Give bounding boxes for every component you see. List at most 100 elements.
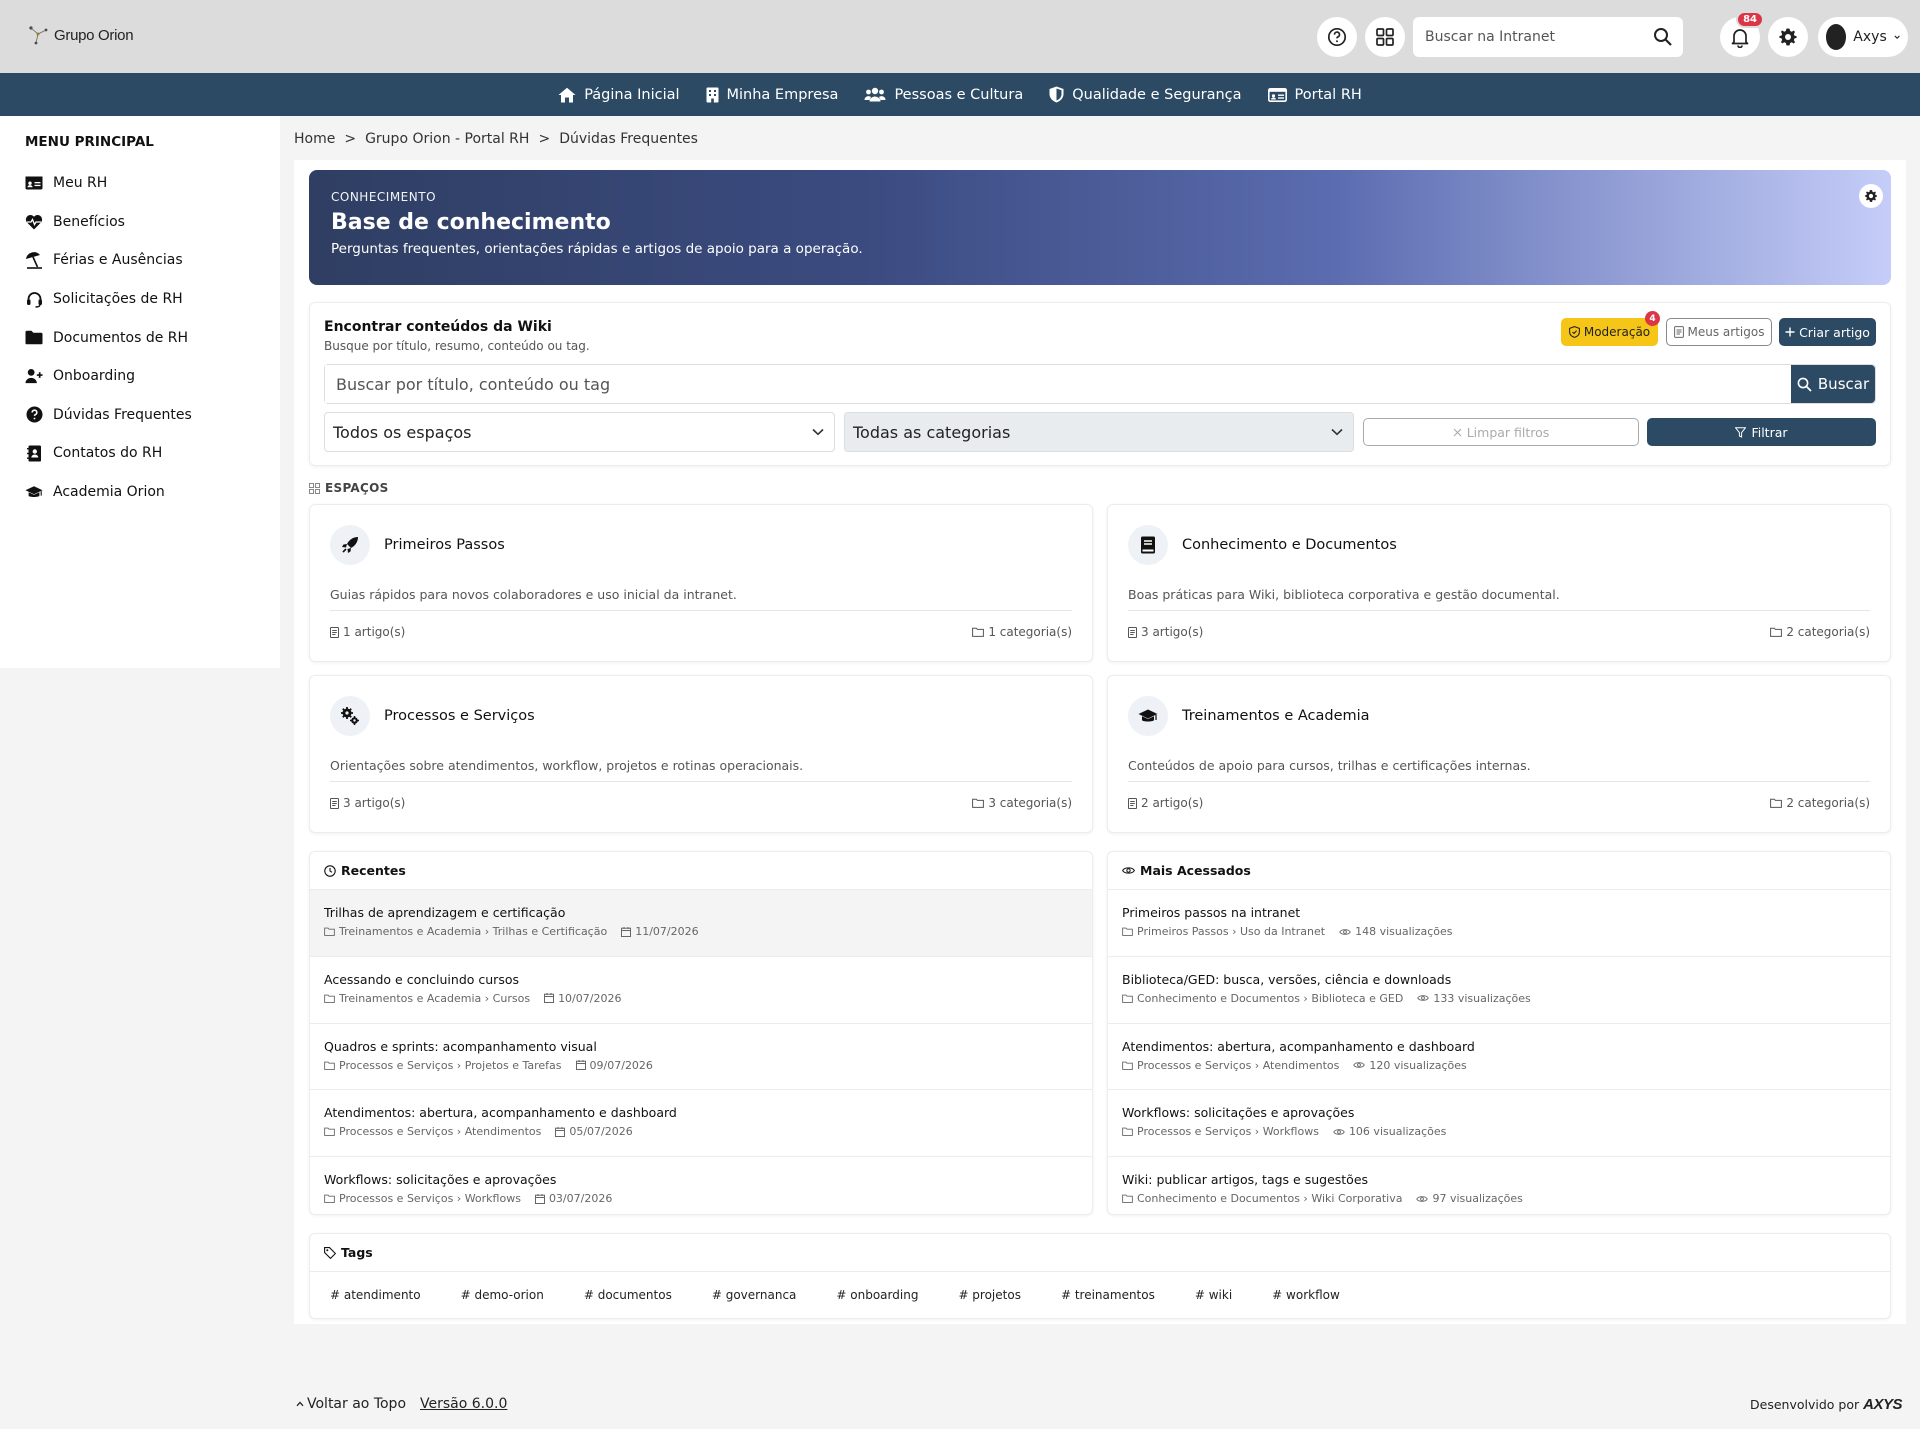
article-path: Processos e Serviços › Workflows xyxy=(339,1192,521,1206)
space-categories: 2 categoria(s) xyxy=(1786,625,1870,639)
notifications-button[interactable]: 84 xyxy=(1720,11,1764,57)
sidebar-item-ferias[interactable]: Férias e Ausências xyxy=(25,241,280,280)
list-item[interactable]: Atendimentos: abertura, acompanhamento e… xyxy=(1108,1024,1890,1091)
space-description: Guias rápidos para novos colaboradores e… xyxy=(330,587,737,602)
my-articles-button[interactable]: Meus artigos xyxy=(1666,318,1772,346)
list-item[interactable]: Primeiros passos na intranet Primeiros P… xyxy=(1108,890,1890,957)
nav-item-home[interactable]: Página Inicial xyxy=(558,87,680,103)
wiki-search: Buscar xyxy=(324,364,1876,404)
document-icon xyxy=(330,797,339,809)
calendar-icon xyxy=(621,926,632,937)
umbrella-beach-icon xyxy=(26,252,42,269)
logo[interactable]: Grupo Orion xyxy=(28,24,134,46)
tag-treinamentos[interactable]: # treinamentos xyxy=(1061,1288,1155,1302)
space-card[interactable]: Processos e Serviços Orientações sobre a… xyxy=(309,675,1093,833)
axys-logo[interactable]: AXYS xyxy=(1863,1396,1902,1413)
spaces-label: ESPAÇOS xyxy=(325,481,389,495)
breadcrumb-portal-rh[interactable]: Grupo Orion - Portal RH xyxy=(365,131,529,147)
wiki-finder: Encontrar conteúdos da Wiki Busque por t… xyxy=(309,302,1891,466)
help-button[interactable] xyxy=(1317,17,1357,57)
categories-select[interactable]: Todas as categorias xyxy=(844,412,1354,452)
filter-button[interactable]: Filtrar xyxy=(1647,418,1876,446)
article-date: 10/07/2026 xyxy=(558,991,622,1005)
spaces-select-value: Todos os espaços xyxy=(333,422,472,442)
list-item[interactable]: Workflows: solicitações e aprovações Pro… xyxy=(1108,1090,1890,1158)
clear-filters-label: Limpar filtros xyxy=(1466,424,1550,440)
article-title: Trilhas de aprendizagem e certificação xyxy=(324,905,566,920)
spaces-select[interactable]: Todos os espaços xyxy=(324,412,835,452)
search-button[interactable]: Buscar xyxy=(1791,365,1875,403)
search-icon[interactable] xyxy=(1653,27,1673,47)
nav-item-company[interactable]: Minha Empresa xyxy=(706,87,838,103)
clear-filters-button[interactable]: Limpar filtros xyxy=(1363,418,1639,446)
article-title: Atendimentos: abertura, acompanhamento e… xyxy=(324,1105,677,1121)
tag-governanca[interactable]: # governanca xyxy=(712,1288,797,1302)
space-articles: 3 artigo(s) xyxy=(343,796,406,810)
space-card[interactable]: Treinamentos e Academia Conteúdos de apo… xyxy=(1107,675,1891,833)
article-date: 05/07/2026 xyxy=(569,1125,633,1139)
tag-projetos[interactable]: # projetos xyxy=(958,1288,1021,1302)
tag-workflow[interactable]: # workflow xyxy=(1272,1288,1340,1302)
sidebar-item-solicitacoes[interactable]: Solicitações de RH xyxy=(25,280,280,319)
intranet-search-input[interactable] xyxy=(1425,29,1653,45)
breadcrumb-home[interactable]: Home xyxy=(294,131,335,147)
nav-item-label: Pessoas e Cultura xyxy=(894,86,1024,103)
eye-icon xyxy=(1416,1195,1429,1202)
article-path: Processos e Serviços › Atendimentos xyxy=(339,1125,542,1139)
list-item[interactable]: Trilhas de aprendizagem e certificação T… xyxy=(310,890,1092,957)
users-icon xyxy=(864,87,886,102)
sidebar-item-documentos[interactable]: Documentos de RH xyxy=(25,318,280,357)
sidebar-item-label: Onboarding xyxy=(53,368,135,385)
hero-settings-button[interactable] xyxy=(1859,184,1883,208)
nav-item-quality[interactable]: Qualidade e Segurança xyxy=(1049,86,1242,103)
sidebar-item-duvidas[interactable]: Dúvidas Frequentes xyxy=(25,396,280,435)
user-menu[interactable]: Axys xyxy=(1818,17,1908,57)
list-item[interactable]: Quadros e sprints: acompanhamento visual… xyxy=(310,1024,1092,1091)
folder-icon xyxy=(1770,627,1783,637)
sidebar-item-label: Contatos do RH xyxy=(53,445,163,462)
create-article-button[interactable]: Criar artigo xyxy=(1779,318,1876,346)
settings-button[interactable] xyxy=(1768,17,1808,57)
folder-icon xyxy=(1122,994,1133,1003)
user-plus-icon xyxy=(25,369,43,384)
article-path: Treinamentos e Academia › Cursos xyxy=(339,991,531,1005)
logo-text: Grupo Orion xyxy=(54,26,134,44)
list-item[interactable]: Biblioteca/GED: busca, versões, ciência … xyxy=(1108,957,1890,1024)
space-card[interactable]: Conhecimento e Documentos Boas práticas … xyxy=(1107,504,1891,662)
calendar-icon xyxy=(534,1193,545,1204)
nav-item-people[interactable]: Pessoas e Cultura xyxy=(864,87,1023,103)
folder-icon xyxy=(1122,1061,1133,1070)
list-item[interactable]: Acessando e concluindo cursos Treinament… xyxy=(310,957,1092,1024)
nav-item-portal-rh[interactable]: Portal RH xyxy=(1267,87,1362,103)
spaces-section-title: ESPAÇOS xyxy=(309,481,389,495)
wiki-search-input[interactable] xyxy=(325,365,1791,403)
sidebar-item-contatos[interactable]: Contatos do RH xyxy=(25,434,280,473)
list-item[interactable]: Workflows: solicitações e aprovações Pro… xyxy=(310,1157,1092,1224)
tag-atendimento[interactable]: # atendimento xyxy=(330,1288,421,1302)
calendar-icon xyxy=(544,993,555,1004)
space-categories: 2 categoria(s) xyxy=(1786,796,1870,810)
moderation-button[interactable]: Moderação 4 xyxy=(1561,311,1660,346)
tag-wiki[interactable]: # wiki xyxy=(1195,1288,1232,1302)
sidebar-item-onboarding[interactable]: Onboarding xyxy=(25,357,280,396)
sidebar-title: MENU PRINCIPAL xyxy=(25,134,154,150)
sidebar-item-meu-rh[interactable]: Meu RH xyxy=(25,164,280,203)
tag-demo-orion[interactable]: # demo-orion xyxy=(461,1288,544,1302)
breadcrumb-separator: > xyxy=(538,131,551,147)
nav-item-label: Qualidade e Segurança xyxy=(1072,86,1242,103)
list-item[interactable]: Wiki: publicar artigos, tags e sugestões… xyxy=(1108,1157,1890,1224)
sidebar-item-beneficios[interactable]: Benefícios xyxy=(25,203,280,242)
moderation-badge: 4 xyxy=(1645,311,1660,326)
space-card[interactable]: Primeiros Passos Guias rápidos para novo… xyxy=(309,504,1093,662)
sidebar-item-academia[interactable]: Academia Orion xyxy=(25,473,280,512)
apps-button[interactable] xyxy=(1365,17,1405,57)
id-card-icon xyxy=(25,176,43,190)
space-description: Boas práticas para Wiki, biblioteca corp… xyxy=(1128,587,1560,602)
version-link[interactable]: Versão 6.0.0 xyxy=(420,1396,507,1412)
back-to-top-link[interactable]: Voltar ao Topo xyxy=(296,1396,406,1412)
tag-documentos[interactable]: # documentos xyxy=(584,1288,672,1302)
tag-onboarding[interactable]: # onboarding xyxy=(836,1288,918,1302)
folder-icon xyxy=(972,627,985,637)
folder-icon xyxy=(324,1061,335,1070)
list-item[interactable]: Atendimentos: abertura, acompanhamento e… xyxy=(310,1090,1092,1158)
